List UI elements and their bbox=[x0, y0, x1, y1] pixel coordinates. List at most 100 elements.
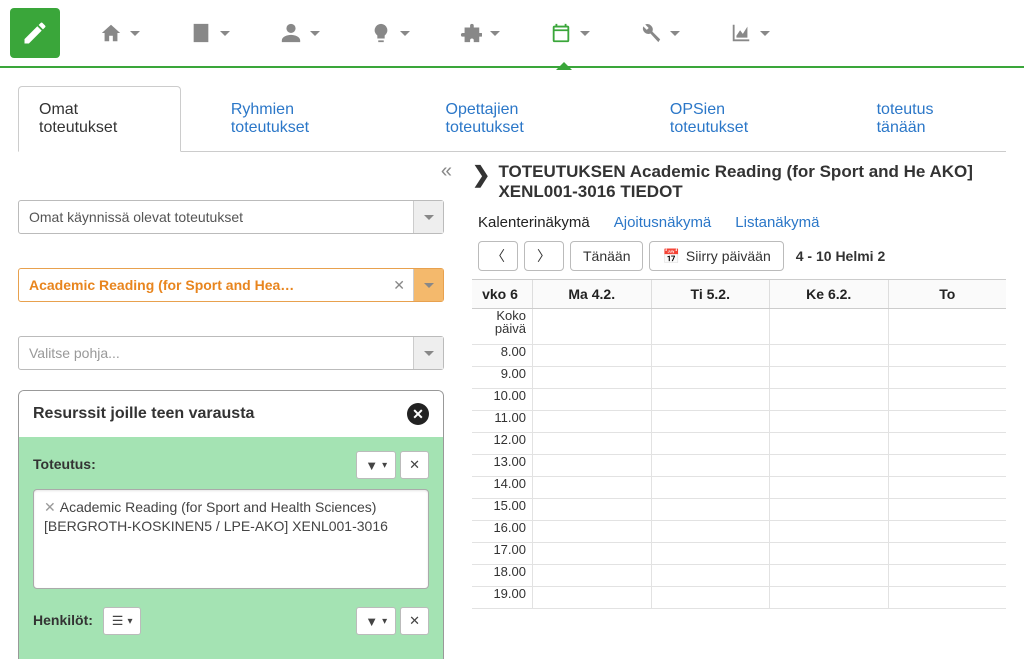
henkilot-list-button[interactable]: ☰▾ bbox=[103, 607, 142, 635]
selected-course-select[interactable]: Academic Reading (for Sport and Hea… ✕ bbox=[18, 268, 444, 302]
prev-week-button[interactable]: 〈 bbox=[478, 241, 518, 271]
calendar-cell[interactable] bbox=[532, 309, 651, 344]
toteutus-clear-button[interactable]: ✕ bbox=[400, 451, 429, 479]
nav-idea[interactable] bbox=[370, 22, 410, 44]
calendar-cell[interactable] bbox=[888, 389, 1007, 410]
henkilot-filter-button[interactable]: ▼▾ bbox=[356, 607, 396, 635]
calendar-cell[interactable] bbox=[888, 521, 1007, 542]
calendar-cell[interactable] bbox=[532, 477, 651, 498]
calendar-cell[interactable] bbox=[769, 389, 888, 410]
tab-opettajien-toteutukset[interactable]: Opettajien toteutukset bbox=[426, 87, 620, 151]
detail-header[interactable]: ❯ TOTEUTUKSEN Academic Reading (for Spor… bbox=[472, 162, 1006, 208]
calendar-cell[interactable] bbox=[769, 565, 888, 586]
toteutus-label: Toteutus: bbox=[33, 456, 96, 472]
calendar-cell[interactable] bbox=[532, 521, 651, 542]
calendar-cell[interactable] bbox=[888, 499, 1007, 520]
view-tab-list[interactable]: Listanäkymä bbox=[735, 214, 819, 231]
calendar-cell[interactable] bbox=[888, 587, 1007, 608]
tab-opsien-toteutukset[interactable]: OPSien toteutukset bbox=[650, 87, 827, 151]
calendar-cell[interactable] bbox=[651, 477, 770, 498]
calendar-cell[interactable] bbox=[888, 433, 1007, 454]
close-resources-button[interactable]: ✕ bbox=[407, 403, 429, 425]
calendar-cell[interactable] bbox=[888, 411, 1007, 432]
day-header-thu: To bbox=[888, 280, 1007, 308]
calendar-hour-row: 11.00 bbox=[472, 411, 1006, 433]
calendar-cell[interactable] bbox=[651, 389, 770, 410]
calendar-cell[interactable] bbox=[532, 433, 651, 454]
wrench-icon bbox=[640, 22, 662, 44]
calendar-cell[interactable] bbox=[769, 477, 888, 498]
calendar-cell[interactable] bbox=[651, 543, 770, 564]
calendar-cell[interactable] bbox=[532, 455, 651, 476]
calendar-cell[interactable] bbox=[888, 309, 1007, 344]
calendar-cell[interactable] bbox=[888, 367, 1007, 388]
calendar-cell[interactable] bbox=[532, 411, 651, 432]
remove-item-icon[interactable]: ✕ bbox=[44, 499, 56, 515]
view-tab-calendar[interactable]: Kalenterinäkymä bbox=[478, 214, 590, 231]
nav-user[interactable] bbox=[280, 22, 320, 44]
hour-label: 12.00 bbox=[472, 433, 532, 454]
next-week-button[interactable]: 〉 bbox=[524, 241, 564, 271]
goto-date-button[interactable]: 📅 Siirry päivään bbox=[649, 241, 783, 271]
henkilot-clear-button[interactable]: ✕ bbox=[400, 607, 429, 635]
nav-home[interactable] bbox=[100, 22, 140, 44]
calendar-cell[interactable] bbox=[888, 565, 1007, 586]
today-button[interactable]: Tänään bbox=[570, 241, 643, 271]
calendar-cell[interactable] bbox=[651, 367, 770, 388]
calendar-cell[interactable] bbox=[888, 477, 1007, 498]
hour-label: 19.00 bbox=[472, 587, 532, 608]
calendar-cell[interactable] bbox=[532, 587, 651, 608]
running-courses-select[interactable]: Omat käynnissä olevat toteutukset bbox=[18, 200, 444, 234]
calendar-hour-row: 12.00 bbox=[472, 433, 1006, 455]
tab-toteutus-tanaan[interactable]: toteutus tänään bbox=[857, 87, 1006, 151]
calendar-cell[interactable] bbox=[651, 345, 770, 366]
app-logo-button[interactable] bbox=[10, 8, 60, 58]
calendar-cell[interactable] bbox=[769, 499, 888, 520]
calendar-cell[interactable] bbox=[651, 411, 770, 432]
nav-puzzle[interactable] bbox=[460, 22, 500, 44]
toteutus-filter-button[interactable]: ▼▾ bbox=[356, 451, 396, 479]
calendar-cell[interactable] bbox=[651, 455, 770, 476]
chevron-down-icon bbox=[130, 31, 140, 36]
calendar-cell[interactable] bbox=[769, 587, 888, 608]
calendar-cell[interactable] bbox=[888, 345, 1007, 366]
template-select[interactable]: Valitse pohja... bbox=[18, 336, 444, 370]
calendar-cell[interactable] bbox=[769, 411, 888, 432]
calendar-cell[interactable] bbox=[651, 499, 770, 520]
calendar-cell[interactable] bbox=[769, 521, 888, 542]
clear-selection-button[interactable]: ✕ bbox=[385, 277, 413, 294]
calendar-cell[interactable] bbox=[769, 433, 888, 454]
calendar-cell[interactable] bbox=[651, 309, 770, 344]
toteutus-items-box[interactable]: ✕Academic Reading (for Sport and Health … bbox=[33, 489, 429, 589]
view-tab-timing[interactable]: Ajoitusnäkymä bbox=[614, 214, 712, 231]
calendar-cell[interactable] bbox=[532, 345, 651, 366]
chevron-right-icon: ❯ bbox=[472, 162, 490, 188]
calendar-cell[interactable] bbox=[888, 543, 1007, 564]
chart-icon bbox=[730, 22, 752, 44]
calendar-cell[interactable] bbox=[532, 543, 651, 564]
calendar-cell[interactable] bbox=[769, 455, 888, 476]
nav-chart[interactable] bbox=[730, 22, 770, 44]
collapse-panel-button[interactable]: « bbox=[441, 160, 452, 183]
tab-omat-toteutukset[interactable]: Omat toteutukset bbox=[18, 86, 181, 152]
calendar-cell[interactable] bbox=[651, 433, 770, 454]
nav-building[interactable] bbox=[190, 22, 230, 44]
calendar-cell[interactable] bbox=[769, 345, 888, 366]
tab-ryhmien-toteutukset[interactable]: Ryhmien toteutukset bbox=[211, 87, 396, 151]
calendar-cell[interactable] bbox=[532, 499, 651, 520]
calendar-cell[interactable] bbox=[769, 309, 888, 344]
calendar-cell[interactable] bbox=[532, 367, 651, 388]
chevron-down-icon bbox=[413, 201, 443, 233]
calendar-cell[interactable] bbox=[651, 521, 770, 542]
calendar-cell[interactable] bbox=[769, 543, 888, 564]
calendar-cell[interactable] bbox=[532, 389, 651, 410]
calendar-cell[interactable] bbox=[651, 565, 770, 586]
calendar-cell[interactable] bbox=[651, 587, 770, 608]
resources-title: Resurssit joille teen varausta bbox=[33, 405, 254, 423]
nav-tools[interactable] bbox=[640, 22, 680, 44]
nav-calendar[interactable] bbox=[550, 22, 590, 44]
calendar-cell[interactable] bbox=[769, 367, 888, 388]
resources-header: Resurssit joille teen varausta ✕ bbox=[19, 391, 443, 437]
calendar-cell[interactable] bbox=[888, 455, 1007, 476]
calendar-cell[interactable] bbox=[532, 565, 651, 586]
